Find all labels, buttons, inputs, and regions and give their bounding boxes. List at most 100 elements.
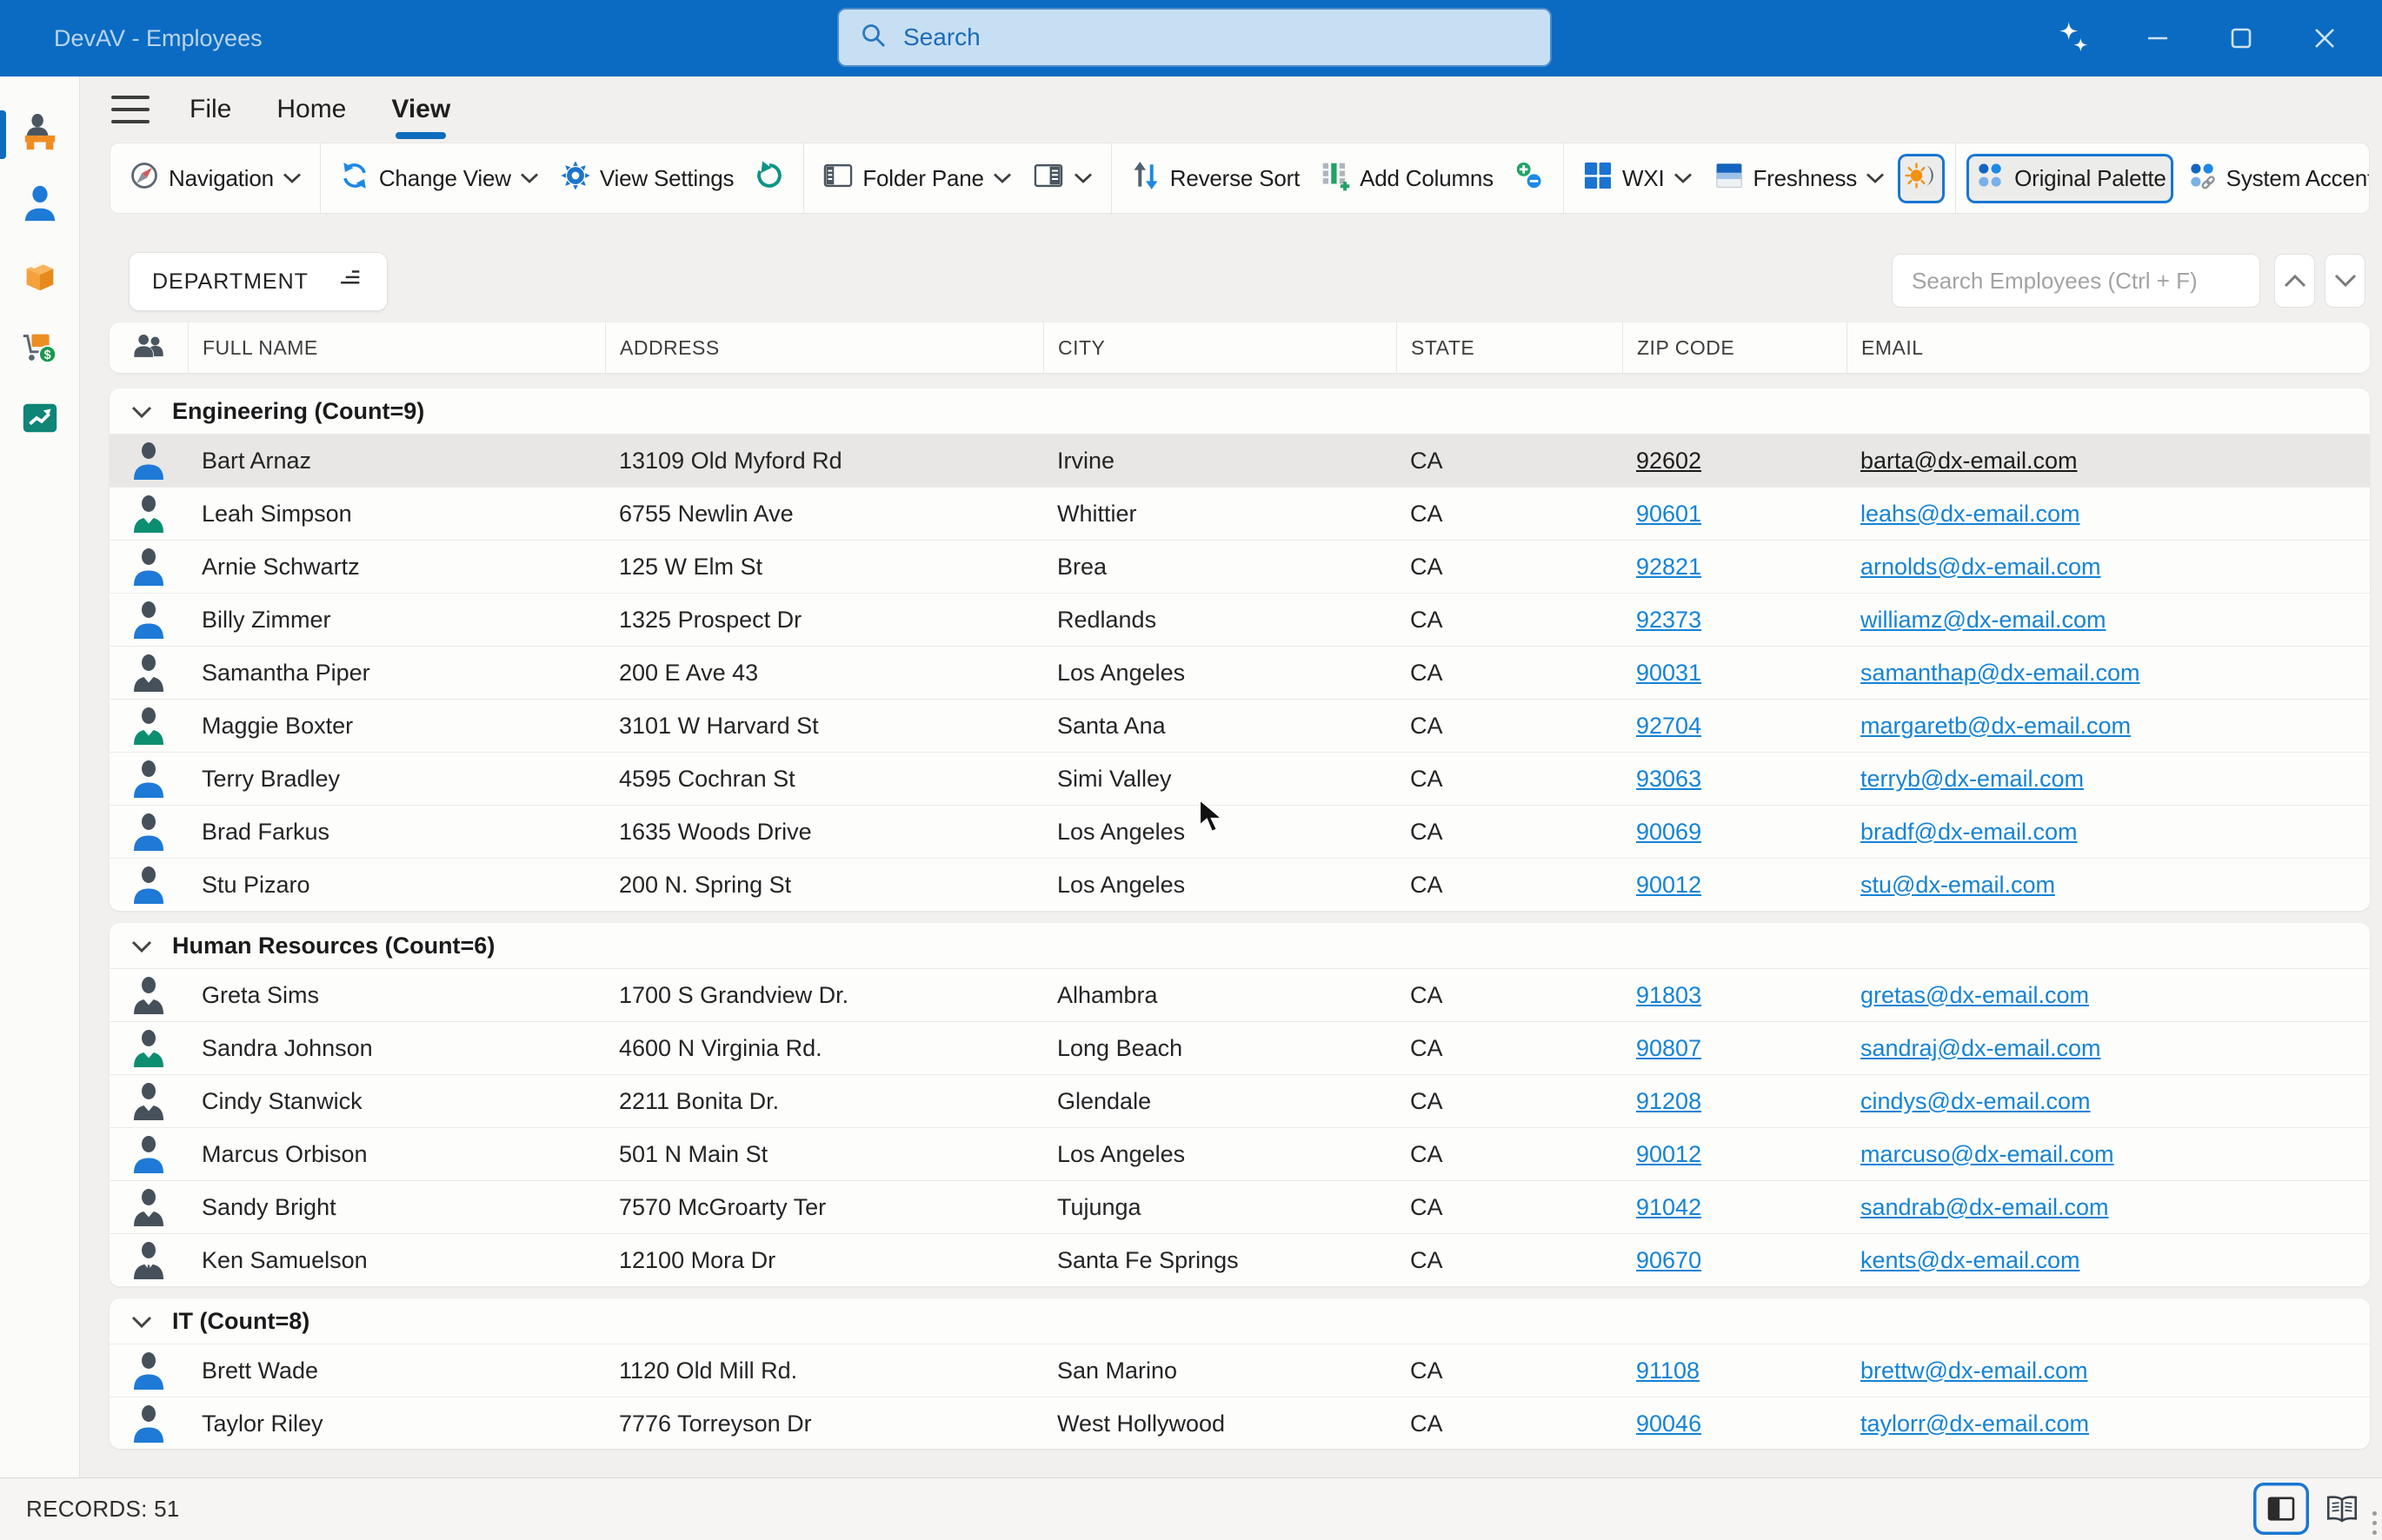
column-header-address[interactable]: ADDRESS bbox=[605, 322, 1043, 373]
group-header[interactable]: Human Resources (Count=6) bbox=[110, 923, 2370, 968]
freshness-button[interactable]: Freshness bbox=[1706, 154, 1893, 203]
email-link[interactable]: sandraj@dx-email.com bbox=[1860, 1035, 2101, 1061]
cell-zip-code: 92373 bbox=[1622, 607, 1846, 634]
sidebar-item-products[interactable] bbox=[0, 242, 79, 313]
zip-link[interactable]: 90069 bbox=[1636, 819, 1701, 845]
zip-link[interactable]: 92821 bbox=[1636, 554, 1701, 580]
email-link[interactable]: kents@dx-email.com bbox=[1860, 1247, 2079, 1273]
group-header[interactable]: IT (Count=8) bbox=[110, 1298, 2370, 1344]
cell-full-name: Ken Samuelson bbox=[188, 1247, 605, 1274]
table-row[interactable]: Sandy Bright7570 McGroarty TerTujungaCA9… bbox=[110, 1180, 2370, 1233]
column-header-email[interactable]: EMAIL bbox=[1846, 322, 2370, 373]
email-link[interactable]: terryb@dx-email.com bbox=[1860, 766, 2084, 792]
email-link[interactable]: taylorr@dx-email.com bbox=[1860, 1411, 2089, 1437]
zip-link[interactable]: 92704 bbox=[1636, 713, 1701, 739]
sidebar-item-customers[interactable] bbox=[0, 170, 79, 242]
column-header-city[interactable]: CITY bbox=[1043, 322, 1396, 373]
email-link[interactable]: margaretb@dx-email.com bbox=[1860, 713, 2131, 739]
sparkle-icon[interactable] bbox=[2033, 0, 2116, 76]
table-row[interactable]: Terry Bradley4595 Cochran StSimi ValleyC… bbox=[110, 752, 2370, 805]
reverse-sort-button[interactable]: Reverse Sort bbox=[1122, 154, 1307, 203]
email-link[interactable]: leahs@dx-email.com bbox=[1860, 501, 2080, 527]
email-link[interactable]: barta@dx-email.com bbox=[1860, 448, 2078, 474]
table-row[interactable]: Stu Pizaro200 N. Spring StLos AngelesCA9… bbox=[110, 858, 2370, 911]
email-link[interactable]: williamz@dx-email.com bbox=[1860, 607, 2106, 633]
global-search-box[interactable] bbox=[837, 8, 1552, 67]
cell-zip-code: 90031 bbox=[1622, 660, 1846, 687]
add-columns-button[interactable]: Add Columns bbox=[1312, 154, 1500, 203]
navigation-button[interactable]: Navigation bbox=[121, 154, 309, 203]
zip-link[interactable]: 91208 bbox=[1636, 1088, 1701, 1114]
zip-link[interactable]: 90012 bbox=[1636, 1141, 1701, 1167]
maximize-button[interactable] bbox=[2199, 0, 2283, 76]
global-search-input[interactable] bbox=[902, 23, 1529, 52]
zip-link[interactable]: 92602 bbox=[1636, 448, 1701, 474]
email-link[interactable]: cindys@dx-email.com bbox=[1860, 1088, 2090, 1114]
folder-pane-button[interactable]: Folder Pane bbox=[815, 154, 1019, 203]
table-row[interactable]: Taylor Riley7776 Torreyson DrWest Hollyw… bbox=[110, 1397, 2370, 1449]
sidebar-item-sales[interactable]: $ bbox=[0, 313, 79, 384]
split-view-button[interactable] bbox=[2253, 1483, 2309, 1535]
sun-moon-button[interactable] bbox=[1898, 154, 1945, 203]
employee-search-box[interactable] bbox=[1892, 254, 2260, 308]
email-link[interactable]: marcuso@dx-email.com bbox=[1860, 1141, 2113, 1167]
table-row[interactable]: Cindy Stanwick2211 Bonita Dr.GlendaleCA9… bbox=[110, 1074, 2370, 1127]
table-row[interactable]: Sandra Johnson4600 N Virginia Rd.Long Be… bbox=[110, 1021, 2370, 1074]
hamburger-menu-icon[interactable] bbox=[111, 96, 150, 123]
zip-link[interactable]: 92373 bbox=[1636, 607, 1701, 633]
table-row[interactable]: Bart Arnaz13109 Old Myford RdIrvineCA926… bbox=[110, 434, 2370, 487]
table-row[interactable]: Brett Wade1120 Old Mill Rd.San MarinoCA9… bbox=[110, 1344, 2370, 1397]
zip-link[interactable]: 90046 bbox=[1636, 1411, 1701, 1437]
table-row[interactable]: Brad Farkus1635 Woods DriveLos AngelesCA… bbox=[110, 805, 2370, 858]
email-link[interactable]: arnolds@dx-email.com bbox=[1860, 554, 2101, 580]
email-link[interactable]: brettw@dx-email.com bbox=[1860, 1357, 2087, 1384]
sidebar-item-employees[interactable] bbox=[0, 99, 79, 170]
minimize-button[interactable] bbox=[2116, 0, 2199, 76]
sidebar-item-reports[interactable] bbox=[0, 384, 79, 455]
table-row[interactable]: Samantha Piper200 E Ave 43Los AngelesCA9… bbox=[110, 646, 2370, 699]
table-row[interactable]: Leah Simpson6755 Newlin AveWhittierCA906… bbox=[110, 487, 2370, 540]
table-row[interactable]: Billy Zimmer1325 Prospect DrRedlandsCA92… bbox=[110, 593, 2370, 646]
department-group-button[interactable]: DEPARTMENT bbox=[129, 252, 388, 311]
search-next-button[interactable] bbox=[2325, 254, 2365, 308]
zip-link[interactable]: 91042 bbox=[1636, 1194, 1701, 1220]
group-header[interactable]: Engineering (Count=9) bbox=[110, 388, 2370, 434]
zip-link[interactable]: 91803 bbox=[1636, 982, 1701, 1008]
reading-view-button[interactable] bbox=[2314, 1483, 2370, 1535]
system-accent-color-button[interactable]: System Accent Color bbox=[2179, 154, 2370, 203]
column-header-full-name[interactable]: FULL NAME bbox=[188, 322, 605, 373]
tab-file[interactable]: File bbox=[184, 76, 236, 143]
column-header-zip-code[interactable]: ZIP CODE bbox=[1622, 322, 1846, 373]
table-row[interactable]: Marcus Orbison501 N Main StLos AngelesCA… bbox=[110, 1127, 2370, 1180]
original-palette-button[interactable]: Original Palette bbox=[1966, 154, 2173, 203]
zip-link[interactable]: 93063 bbox=[1636, 766, 1701, 792]
table-row[interactable]: Ken Samuelson12100 Mora DrSanta Fe Sprin… bbox=[110, 1233, 2370, 1286]
reset-button[interactable] bbox=[746, 154, 793, 203]
close-button[interactable] bbox=[2283, 0, 2366, 76]
expand-collapse-button[interactable] bbox=[1506, 154, 1553, 203]
zip-link[interactable]: 90012 bbox=[1636, 872, 1701, 898]
reading-pane-button[interactable] bbox=[1025, 154, 1101, 203]
view-settings-button[interactable]: View Settings bbox=[552, 154, 741, 203]
tab-home[interactable]: Home bbox=[271, 76, 351, 143]
resize-grip[interactable] bbox=[2372, 1511, 2377, 1535]
change-view-button[interactable]: Change View bbox=[331, 154, 547, 203]
zip-link[interactable]: 90670 bbox=[1636, 1247, 1701, 1273]
employee-search-input[interactable] bbox=[1910, 267, 2242, 295]
zip-link[interactable]: 90031 bbox=[1636, 660, 1701, 686]
wxi-button[interactable]: WXI bbox=[1574, 154, 1700, 203]
search-previous-button[interactable] bbox=[2274, 254, 2315, 308]
email-link[interactable]: gretas@dx-email.com bbox=[1860, 982, 2089, 1008]
email-link[interactable]: bradf@dx-email.com bbox=[1860, 819, 2078, 845]
email-link[interactable]: sandrab@dx-email.com bbox=[1860, 1194, 2109, 1220]
column-header-state[interactable]: STATE bbox=[1396, 322, 1622, 373]
table-row[interactable]: Arnie Schwartz125 W Elm StBreaCA92821arn… bbox=[110, 540, 2370, 593]
email-link[interactable]: samanthap@dx-email.com bbox=[1860, 660, 2140, 686]
zip-link[interactable]: 90807 bbox=[1636, 1035, 1701, 1061]
tab-view[interactable]: View bbox=[386, 76, 456, 143]
zip-link[interactable]: 91108 bbox=[1636, 1357, 1700, 1384]
zip-link[interactable]: 90601 bbox=[1636, 501, 1701, 527]
email-link[interactable]: stu@dx-email.com bbox=[1860, 872, 2055, 898]
table-row[interactable]: Greta Sims1700 S Grandview Dr.AlhambraCA… bbox=[110, 968, 2370, 1021]
table-row[interactable]: Maggie Boxter3101 W Harvard StSanta AnaC… bbox=[110, 699, 2370, 752]
